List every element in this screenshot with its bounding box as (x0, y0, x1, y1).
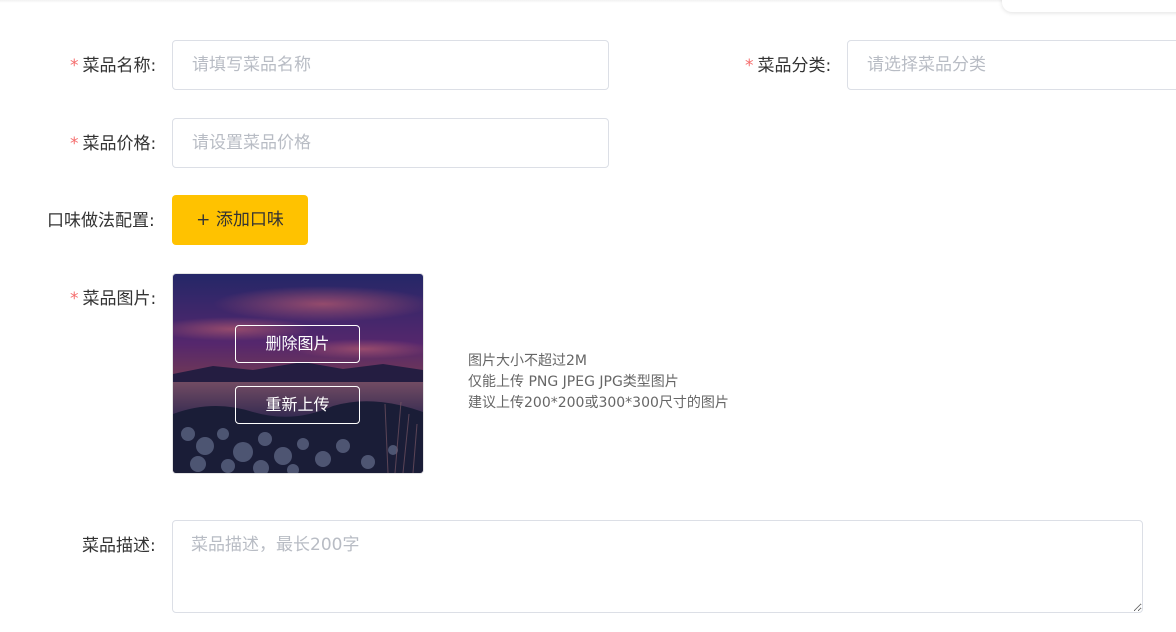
dish-image-label-text: 菜品图片: (82, 289, 157, 309)
dish-image-preview[interactable]: 删除图片 重新上传 (172, 273, 424, 474)
dish-description-label-text: 菜品描述: (82, 536, 156, 556)
required-mark: * (70, 134, 79, 154)
dish-name-input[interactable] (172, 40, 609, 90)
dish-name-label-text: 菜品名称: (82, 56, 157, 76)
reupload-image-button[interactable]: 重新上传 (235, 386, 360, 424)
dish-category-label: * 菜品分类: (745, 56, 831, 76)
dish-price-input[interactable] (172, 118, 609, 168)
top-divider (0, 0, 1176, 3)
dish-image-label: * 菜品图片: (70, 289, 156, 309)
dish-category-select[interactable] (847, 40, 1176, 90)
required-mark: * (745, 56, 754, 76)
required-mark: * (70, 289, 79, 309)
dish-price-label: * 菜品价格: (70, 134, 156, 154)
tip-format: 仅能上传 PNG JPEG JPG类型图片 (468, 374, 679, 390)
dish-description-textarea[interactable] (172, 520, 1143, 613)
dish-price-label-text: 菜品价格: (82, 134, 157, 154)
dish-form-page: *菜品名称: *菜品分类: *菜品价格: 口味做法配置: + 添加口味 *菜品图… (0, 0, 1176, 632)
dish-name-label: * 菜品名称: (70, 56, 156, 76)
required-mark: * (70, 56, 79, 76)
tip-dimension: 建议上传200*200或300*300尺寸的图片 (468, 395, 729, 411)
flavor-config-label: 口味做法配置: (47, 211, 155, 231)
add-flavor-button[interactable]: + 添加口味 (172, 195, 308, 245)
tip-size: 图片大小不超过2M (468, 353, 587, 369)
flavor-config-label-text: 口味做法配置: (47, 211, 155, 231)
delete-image-button[interactable]: 删除图片 (235, 325, 360, 363)
dish-description-label: 菜品描述: (82, 536, 156, 556)
popup-edge (1002, 0, 1176, 12)
image-overlay (173, 274, 423, 473)
dish-category-label-text: 菜品分类: (757, 56, 832, 76)
image-upload-tips: 图片大小不超过2M 仅能上传 PNG JPEG JPG类型图片 建议上传200*… (468, 351, 729, 414)
